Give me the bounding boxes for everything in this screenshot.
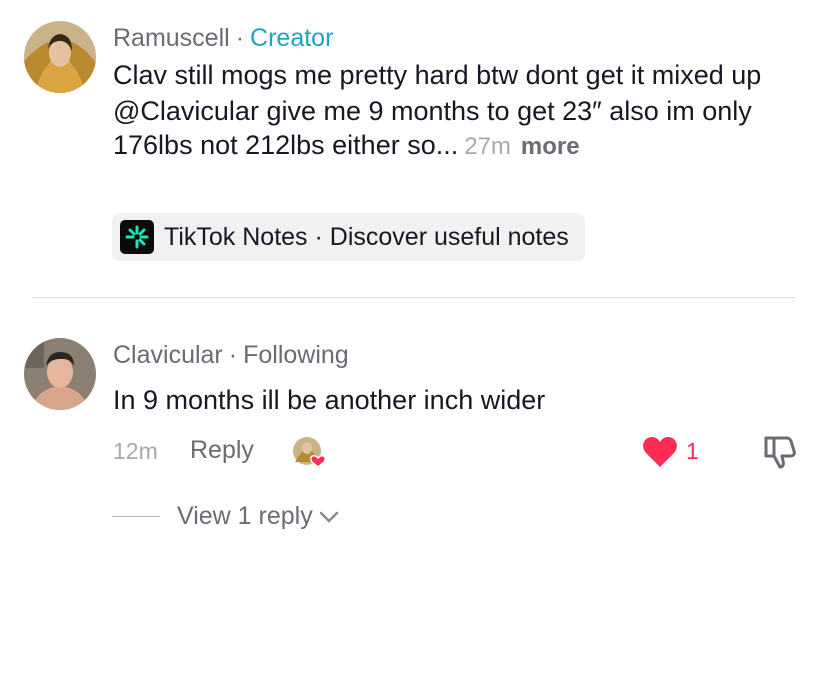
view-replies-button[interactable]: View 1 reply: [177, 502, 339, 531]
comment-line-1: Clav still mogs me pretty hard btw dont …: [113, 60, 762, 90]
comment-line-2: @Clavicular give me 9 months to get 23″ …: [113, 94, 813, 164]
comment-meta: Ramuscell · Creator: [113, 23, 333, 53]
tiktok-notes-icon: [120, 220, 154, 254]
following-badge: Following: [243, 341, 349, 369]
meta-separator: ·: [228, 341, 238, 369]
view-replies-line: [112, 516, 160, 517]
comment-ramuscell: Ramuscell · Creator Clav still mogs me pre…: [0, 0, 828, 290]
creator-badge: Creator: [250, 24, 334, 52]
thumbs-down-icon: [764, 436, 796, 469]
avatar-ramuscell[interactable]: [24, 21, 96, 93]
comment-text-2: In 9 months ill be another inch wider: [113, 385, 546, 415]
creator-liked-icon: [292, 436, 327, 468]
tiktok-notes-chip[interactable]: TikTok Notes · Discover useful notes: [112, 213, 585, 261]
tiktok-notes-label: TikTok Notes · Discover useful notes: [164, 222, 569, 251]
like-count: 1: [686, 438, 699, 464]
reply-button[interactable]: Reply: [190, 436, 254, 465]
meta-separator: ·: [235, 24, 245, 52]
avatar-clavicular[interactable]: [24, 338, 96, 410]
username[interactable]: Clavicular: [113, 341, 223, 369]
view-replies-label: View 1 reply: [177, 502, 313, 530]
comment-time: 12m: [113, 438, 158, 464]
more-button[interactable]: more: [521, 133, 580, 160]
like-button[interactable]: [642, 436, 678, 468]
chevron-down-icon: [319, 511, 338, 523]
mention-link[interactable]: @Clavicular: [113, 96, 259, 126]
comment-clavicular: [0, 300, 828, 560]
username[interactable]: Ramuscell: [113, 24, 230, 52]
dislike-button[interactable]: [762, 434, 798, 470]
comment-divider: [32, 297, 796, 298]
comment-meta-2: Clavicular · Following: [113, 340, 349, 370]
comment-time: 27m: [464, 133, 511, 160]
comment-text: Clav still mogs me pretty hard btw dont …: [113, 58, 813, 164]
